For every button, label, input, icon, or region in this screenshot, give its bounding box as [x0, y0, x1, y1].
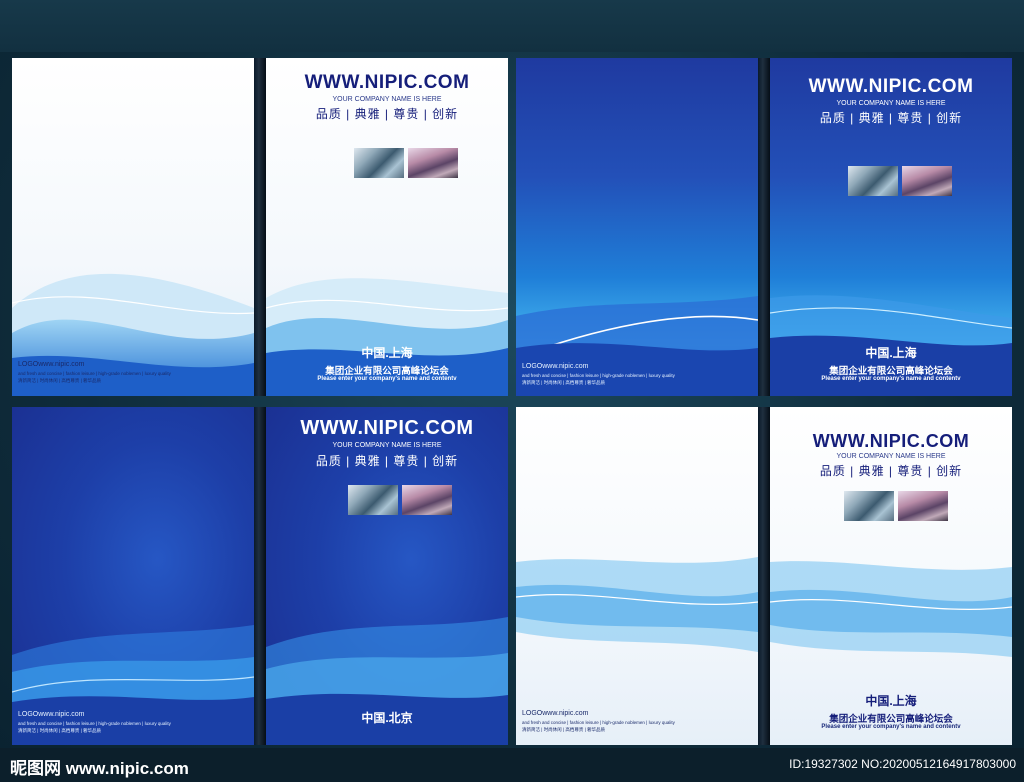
bridge-photo: [898, 491, 948, 521]
back-cover: LOGOwww.nipic.com and fresh and concise …: [12, 407, 254, 745]
company-name: 集团企业有限公司高峰论坛会: [829, 714, 953, 725]
building-photo: [348, 485, 398, 515]
site-url: WWW.NIPIC.COM: [808, 76, 974, 97]
wave-graphic: [516, 557, 758, 652]
watermark-bar: 昵图网 www.nipic.com ID:19327302 NO:2020051…: [0, 748, 1024, 782]
fine-print-cn: 清新简洁 | 时尚休闲 | 高档尊贵 | 奢华品质: [18, 378, 102, 383]
bridge-photo: [408, 148, 458, 178]
fine-print-en: and fresh and concise | fashion leisure …: [18, 371, 171, 376]
motto: 品质 | 典雅 | 尊贵 | 创新: [315, 454, 459, 468]
front-cover: WWW.NIPIC.COM YOUR COMPANY NAME IS HERE …: [770, 58, 1012, 396]
site-url: WWW.NIPIC.COM: [300, 417, 474, 439]
site-url: WWW.NIPIC.COM: [812, 431, 970, 451]
logo-text: LOGOwww.nipic.com: [18, 711, 85, 718]
fine-print-cn: 清新简洁 | 时尚休闲 | 高档尊贵 | 奢华品质: [522, 380, 606, 385]
logo-text: LOGOwww.nipic.com: [522, 710, 589, 717]
bridge-photo: [402, 485, 452, 515]
enter-text: Please enter your company's name and con…: [821, 724, 961, 730]
logo-text: LOGOwww.nipic.com: [522, 363, 589, 370]
motto: 品质 | 典雅 | 尊贵 | 创新: [819, 111, 963, 125]
spine: [758, 58, 770, 396]
watermark-id: ID:19327302 NO:20200512164917803000: [789, 757, 1016, 771]
front-cover: WWW.NIPIC.COM YOUR COMPANY NAME IS HERE …: [266, 58, 508, 396]
company-tagline: YOUR COMPANY NAME IS HERE: [332, 96, 442, 103]
company-tagline: YOUR COMPANY NAME IS HERE: [836, 100, 946, 107]
company-name: 集团企业有限公司高峰论坛会: [829, 366, 953, 377]
building-photo: [354, 148, 404, 178]
enter-text: Please enter your company's name and con…: [821, 376, 961, 382]
brochure-light-top: LOGOwww.nipic.com and fresh and concise …: [12, 58, 508, 396]
building-photo: [848, 166, 898, 196]
front-cover: WWW.NIPIC.COM YOUR COMPANY NAME IS HERE …: [266, 407, 508, 745]
company-name: 集团企业有限公司高峰论坛会: [325, 366, 449, 377]
back-cover: LOGOwww.nipic.com and fresh and concise …: [12, 58, 254, 396]
photo-strip: [848, 166, 952, 196]
back-cover: LOGOwww.nipic.com and fresh and concise …: [516, 58, 758, 396]
fine-print-cn: 清新简洁 | 时尚休闲 | 高档尊贵 | 奢华品质: [18, 728, 102, 733]
company-tagline: YOUR COMPANY NAME IS HERE: [332, 442, 442, 449]
fine-print-en: and fresh and concise | fashion leisure …: [18, 721, 171, 726]
bridge-photo: [902, 166, 952, 196]
photo-strip: [348, 485, 452, 515]
brochure-light-bottom: LOGOwww.nipic.com and fresh and concise …: [516, 407, 1012, 745]
city-label: 中国.上海: [361, 346, 413, 360]
top-band: [0, 0, 1024, 52]
wave-graphic: [12, 273, 254, 396]
company-tagline: YOUR COMPANY NAME IS HERE: [836, 453, 946, 460]
city-label: 中国.北京: [361, 711, 413, 725]
spine: [254, 58, 266, 396]
fine-print-cn: 清新简洁 | 时尚休闲 | 高档尊贵 | 奢华品质: [522, 727, 606, 732]
front-cover: WWW.NIPIC.COM YOUR COMPANY NAME IS HERE …: [770, 407, 1012, 745]
fine-print-en: and fresh and concise | fashion leisure …: [522, 373, 675, 378]
brochure-dark-top: LOGOwww.nipic.com and fresh and concise …: [516, 58, 1012, 396]
wave-graphic: [12, 625, 254, 745]
city-label: 中国.上海: [865, 694, 917, 708]
site-url: WWW.NIPIC.COM: [304, 72, 470, 93]
logo-text: LOGOwww.nipic.com: [18, 361, 85, 368]
enter-text: Please enter your company's name and con…: [317, 376, 457, 382]
photo-strip: [844, 491, 948, 521]
brochure-dark-bottom: LOGOwww.nipic.com and fresh and concise …: [12, 407, 508, 745]
motto: 品质 | 典雅 | 尊贵 | 创新: [819, 464, 963, 478]
watermark-site: 昵图网 www.nipic.com: [10, 759, 189, 778]
wave-graphic: [516, 296, 758, 396]
motto: 品质 | 典雅 | 尊贵 | 创新: [315, 107, 459, 121]
spine: [758, 407, 770, 745]
spine: [254, 407, 266, 745]
fine-print-en: and fresh and concise | fashion leisure …: [522, 720, 675, 725]
city-label: 中国.上海: [865, 346, 917, 360]
photo-strip: [354, 148, 458, 178]
back-cover: LOGOwww.nipic.com and fresh and concise …: [516, 407, 758, 745]
building-photo: [844, 491, 894, 521]
